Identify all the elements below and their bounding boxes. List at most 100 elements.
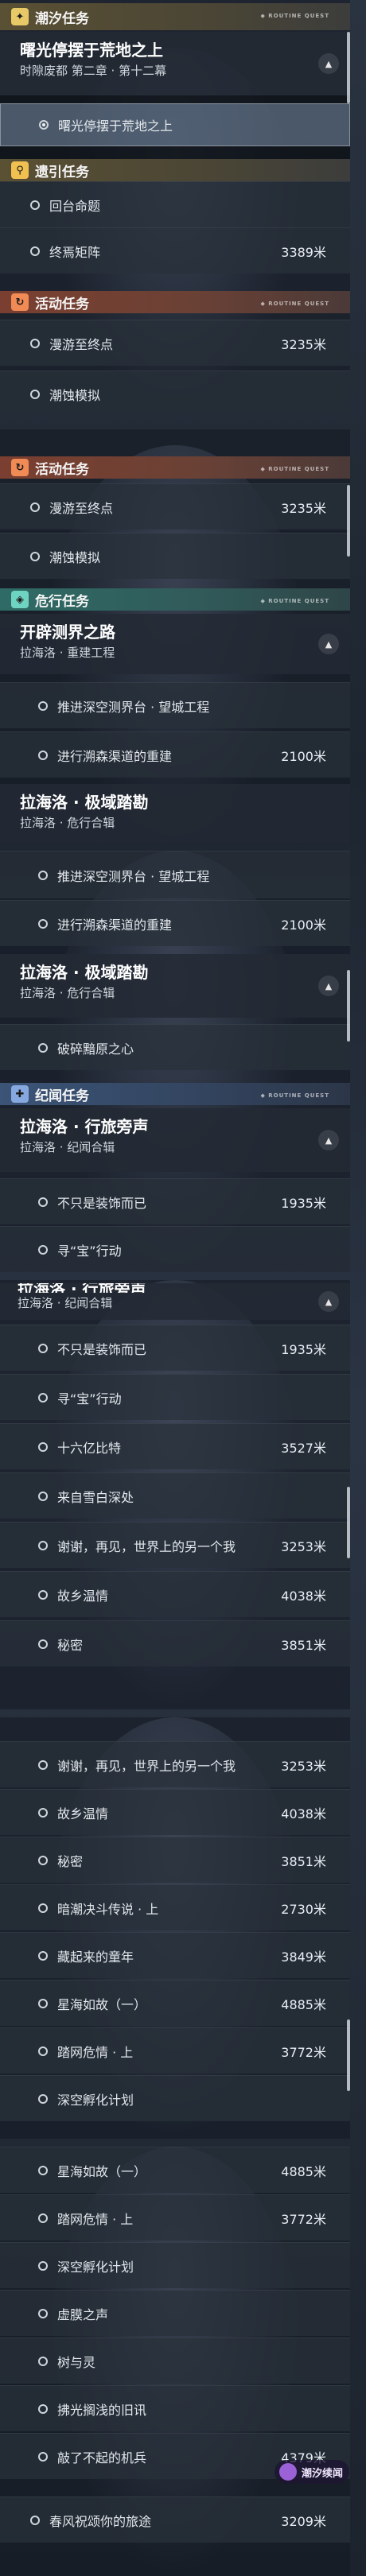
diamond-icon: ◈ bbox=[11, 591, 29, 608]
scrollbar-thumb[interactable] bbox=[347, 485, 350, 557]
task-item[interactable]: 寻“宝”行动 bbox=[0, 1374, 350, 1420]
radio-icon bbox=[38, 1639, 48, 1649]
task-item[interactable]: 暗潮决斗传说 · 上 2730米 bbox=[0, 1884, 350, 1930]
task-distance: 3772米 bbox=[281, 2211, 326, 2227]
task-item[interactable]: 故乡温情 4038米 bbox=[0, 1789, 350, 1835]
radio-icon bbox=[38, 750, 48, 760]
task-distance: 3389米 bbox=[281, 244, 326, 260]
radio-icon bbox=[38, 870, 48, 880]
logo-icon bbox=[279, 2463, 297, 2481]
task-item[interactable]: 推进深空测界台 · 望城工程 bbox=[0, 851, 350, 898]
category-header-guide[interactable]: ⚲ 遗引任务 bbox=[0, 159, 350, 181]
radio-icon bbox=[39, 120, 49, 130]
task-item[interactable]: 虚膜之声 bbox=[0, 2290, 350, 2336]
quest-title-main[interactable]: 曙光停摆于荒地之上 时隙废都 第二章 · 第十二幕 ▲ bbox=[0, 32, 350, 95]
task-label: 破碎黯原之心 bbox=[57, 1041, 134, 1057]
task-item[interactable]: 星海如故（一） 4885米 bbox=[0, 2147, 350, 2193]
chevron-up-icon: ▲ bbox=[325, 58, 333, 69]
task-item[interactable]: 故乡温情 4038米 bbox=[0, 1571, 350, 1617]
quest-title-partial[interactable]: 拉海洛 · 行旅旁声 拉海洛 · 纪闻合辑 ▲ bbox=[0, 1283, 350, 1320]
collapse-button[interactable]: ▲ bbox=[318, 976, 339, 996]
header-meta: ROUTINE QUEST bbox=[260, 466, 329, 472]
task-item[interactable]: 不只是装饰而已 1935米 bbox=[0, 1325, 350, 1371]
task-label: 暗潮决斗传说 · 上 bbox=[57, 1901, 159, 1917]
task-label: 拂光搁浅的旧讯 bbox=[57, 2402, 147, 2418]
quest-title[interactable]: 拉海洛 · 行旅旁声 拉海洛 · 纪闻合辑 ▲ bbox=[0, 1108, 350, 1172]
task-item[interactable]: 秘密 3851米 bbox=[0, 1837, 350, 1883]
task-item[interactable]: 拂光搁浅的旧讯 bbox=[0, 2385, 350, 2431]
scrollbar-thumb[interactable] bbox=[347, 32, 350, 103]
task-distance: 4885米 bbox=[281, 1996, 326, 2012]
category-header-activity[interactable]: ↻ 活动任务 ROUTINE QUEST bbox=[0, 291, 350, 313]
task-item[interactable]: 树与灵 bbox=[0, 2337, 350, 2384]
task-item[interactable]: 来自雪白深处 bbox=[0, 1472, 350, 1519]
task-item[interactable]: 踏网危情 · 上 3772米 bbox=[0, 2027, 350, 2074]
quest-title[interactable]: 开辟测界之路 拉海洛 · 重建工程 ▲ bbox=[0, 614, 350, 674]
task-item[interactable]: 推进深空测界台 · 望城工程 bbox=[0, 682, 350, 728]
task-item[interactable]: 秘密 3851米 bbox=[0, 1620, 350, 1666]
task-item[interactable]: 潮蚀模拟 bbox=[0, 370, 350, 413]
task-item[interactable]: 藏起来的童年 3849米 bbox=[0, 1932, 350, 1978]
radio-icon bbox=[38, 1759, 48, 1770]
screen-5: 谢谢，再见，世界上的另一个我 3253米 故乡温情 4038米 秘密 3851米… bbox=[0, 1717, 350, 2139]
watermark-logo: 潮汐续闻 bbox=[274, 2460, 349, 2484]
category-header-chronicle[interactable]: ✚ 纪闻任务 ROUTINE QUEST bbox=[0, 1083, 350, 1105]
screen-6: 星海如故（一） 4885米 踏网危情 · 上 3772米 深空孵化计划 虚膜之声… bbox=[0, 2147, 350, 2576]
scrollbar-thumb[interactable] bbox=[347, 970, 350, 1042]
task-item[interactable]: 十六亿比特 3527米 bbox=[0, 1423, 350, 1469]
category-label: 危行任务 bbox=[35, 593, 89, 610]
task-item[interactable]: 回台命题 bbox=[0, 181, 350, 227]
category-label: 活动任务 bbox=[35, 461, 89, 478]
task-item[interactable]: 深空孵化计划 bbox=[0, 2242, 350, 2288]
task-item[interactable]: 进行溯森渠道的重建 2100米 bbox=[0, 900, 350, 946]
task-item[interactable]: 不只是装饰而已 1935米 bbox=[0, 1178, 350, 1224]
task-label: 不只是装饰而已 bbox=[57, 1195, 147, 1211]
task-item[interactable]: 潮蚀模拟 bbox=[0, 533, 350, 579]
task-item[interactable]: 踏网危情 · 上 3772米 bbox=[0, 2194, 350, 2240]
task-distance: 3849米 bbox=[281, 1949, 326, 1965]
task-item[interactable]: 终焉矩阵 3389米 bbox=[0, 227, 350, 274]
quest-title[interactable]: 拉海洛 · 极域踏勘 拉海洛 · 危行合辑 bbox=[0, 784, 350, 843]
radio-icon bbox=[38, 2403, 48, 2414]
task-item[interactable]: 漫游至终点 3235米 bbox=[0, 483, 350, 530]
task-item[interactable]: 星海如故（一） 4885米 bbox=[0, 1980, 350, 2026]
task-item[interactable]: 谢谢，再见，世界上的另一个我 3253米 bbox=[0, 1522, 350, 1568]
header-meta: ROUTINE QUEST bbox=[260, 301, 329, 307]
quest-name: 拉海洛 · 极域踏勘 bbox=[20, 963, 149, 982]
task-item[interactable]: 深空孵化计划 bbox=[0, 2075, 350, 2121]
collapse-button[interactable]: ▲ bbox=[318, 53, 339, 74]
quest-title[interactable]: 拉海洛 · 极域踏勘 拉海洛 · 危行合辑 ▲ bbox=[0, 954, 350, 1018]
category-header-danger[interactable]: ◈ 危行任务 ROUTINE QUEST bbox=[0, 588, 350, 611]
task-label: 虚膜之声 bbox=[57, 2306, 109, 2322]
collapse-button[interactable]: ▲ bbox=[318, 1291, 339, 1312]
scrollbar-thumb[interactable] bbox=[347, 2019, 350, 2091]
radio-icon bbox=[30, 502, 40, 512]
quest-subtitle: 拉海洛 · 重建工程 bbox=[20, 646, 115, 660]
task-item[interactable]: 进行溯森渠道的重建 2100米 bbox=[0, 731, 350, 778]
task-distance: 4038米 bbox=[281, 1806, 326, 1821]
task-label: 进行溯森渠道的重建 bbox=[57, 748, 173, 764]
collapse-button[interactable]: ▲ bbox=[318, 1130, 339, 1150]
quest-subtitle: 拉海洛 · 纪闻合辑 bbox=[18, 1296, 113, 1310]
task-item[interactable]: 谢谢，再见，世界上的另一个我 3253米 bbox=[0, 1741, 350, 1787]
category-label: 活动任务 bbox=[35, 296, 89, 312]
collapse-button[interactable]: ▲ bbox=[318, 634, 339, 654]
refresh-icon: ↻ bbox=[11, 459, 29, 476]
task-item[interactable]: 漫游至终点 3235米 bbox=[0, 320, 350, 366]
quest-subtitle: 拉海洛 · 纪闻合辑 bbox=[20, 1140, 115, 1154]
quest-subtitle: 时隙废都 第二章 · 第十二幕 bbox=[20, 64, 167, 78]
task-label: 十六亿比特 bbox=[57, 1440, 122, 1456]
task-label: 踏网危情 · 上 bbox=[57, 2044, 134, 2060]
category-header-activity[interactable]: ↻ 活动任务 ROUTINE QUEST bbox=[0, 456, 350, 479]
task-item[interactable]: 春风祝颂你的旅途 3209米 bbox=[0, 2496, 350, 2543]
task-label: 进行溯森渠道的重建 bbox=[57, 917, 173, 933]
task-distance: 3527米 bbox=[281, 1440, 326, 1456]
scrollbar-thumb[interactable] bbox=[347, 1487, 350, 1558]
task-item[interactable]: 破碎黯原之心 bbox=[0, 1024, 350, 1070]
task-item[interactable]: 寻“宝”行动 bbox=[0, 1226, 350, 1272]
task-item-active[interactable]: 曙光停摆于荒地之上 bbox=[0, 103, 350, 146]
task-label: 推进深空测界台 · 望城工程 bbox=[57, 868, 210, 884]
task-label: 推进深空测界台 · 望城工程 bbox=[57, 699, 210, 715]
category-header-chaoxi[interactable]: ✦ 潮汐任务 ROUTINE QUEST bbox=[0, 3, 350, 30]
task-label: 漫游至终点 bbox=[49, 336, 114, 352]
